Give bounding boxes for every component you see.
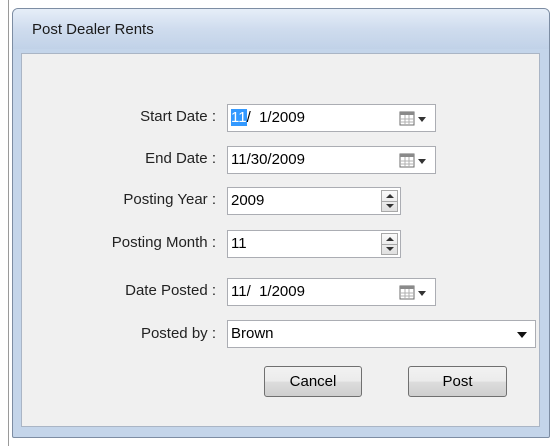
calendar-dropdown-icon[interactable]: [399, 285, 429, 301]
chevron-down-icon[interactable]: [517, 332, 527, 338]
end-date-picker[interactable]: 11/30/2009: [227, 146, 436, 174]
start-date-label: Start Date :: [140, 108, 216, 125]
posting-year-input[interactable]: 2009: [227, 187, 401, 215]
posting-year-label: Posting Year :: [123, 191, 216, 208]
date-posted-picker[interactable]: 11/ 1/2009: [227, 278, 436, 306]
spin-down-icon[interactable]: [385, 246, 395, 252]
posted-by-value: Brown: [231, 325, 274, 342]
start-date-selected-segment: 11: [231, 109, 247, 126]
spinner-divider: [382, 201, 397, 202]
calendar-dropdown-icon[interactable]: [399, 111, 429, 127]
window-title: Post Dealer Rents: [32, 21, 154, 38]
start-date-picker[interactable]: 11/ 1/2009: [227, 104, 436, 132]
up-down-spinner-icon[interactable]: [381, 190, 398, 212]
start-date-value: 11/ 1/2009: [231, 109, 305, 126]
spin-up-icon[interactable]: [385, 193, 395, 199]
spinner-divider: [382, 244, 397, 245]
up-down-spinner-icon[interactable]: [381, 233, 398, 255]
posting-month-value: 11: [231, 235, 247, 252]
title-bar[interactable]: Post Dealer Rents: [13, 9, 549, 49]
cancel-button[interactable]: Cancel: [264, 366, 362, 397]
end-date-value: 11/30/2009: [231, 151, 305, 168]
start-date-value-rest: / 1/2009: [246, 109, 305, 126]
post-button[interactable]: Post: [408, 366, 507, 397]
posting-month-input[interactable]: 11: [227, 230, 401, 258]
calendar-dropdown-icon[interactable]: [399, 153, 429, 169]
posted-by-label: Posted by :: [140, 325, 216, 342]
spin-down-icon[interactable]: [385, 203, 395, 209]
dialog-content: Start Date : 11/ 1/2009 End Date : 11/30…: [21, 53, 540, 427]
posted-by-dropdown[interactable]: Brown: [227, 320, 536, 348]
date-posted-value: 11/ 1/2009: [231, 283, 305, 300]
background-edge-line: [8, 0, 9, 446]
posting-year-value: 2009: [231, 192, 265, 209]
posting-month-label: Posting Month :: [111, 234, 216, 251]
spin-up-icon[interactable]: [385, 236, 395, 242]
post-dealer-rents-dialog: Post Dealer Rents Start Date : 11/ 1/200…: [12, 8, 550, 438]
date-posted-label: Date Posted :: [125, 282, 216, 299]
end-date-label: End Date :: [145, 150, 216, 167]
